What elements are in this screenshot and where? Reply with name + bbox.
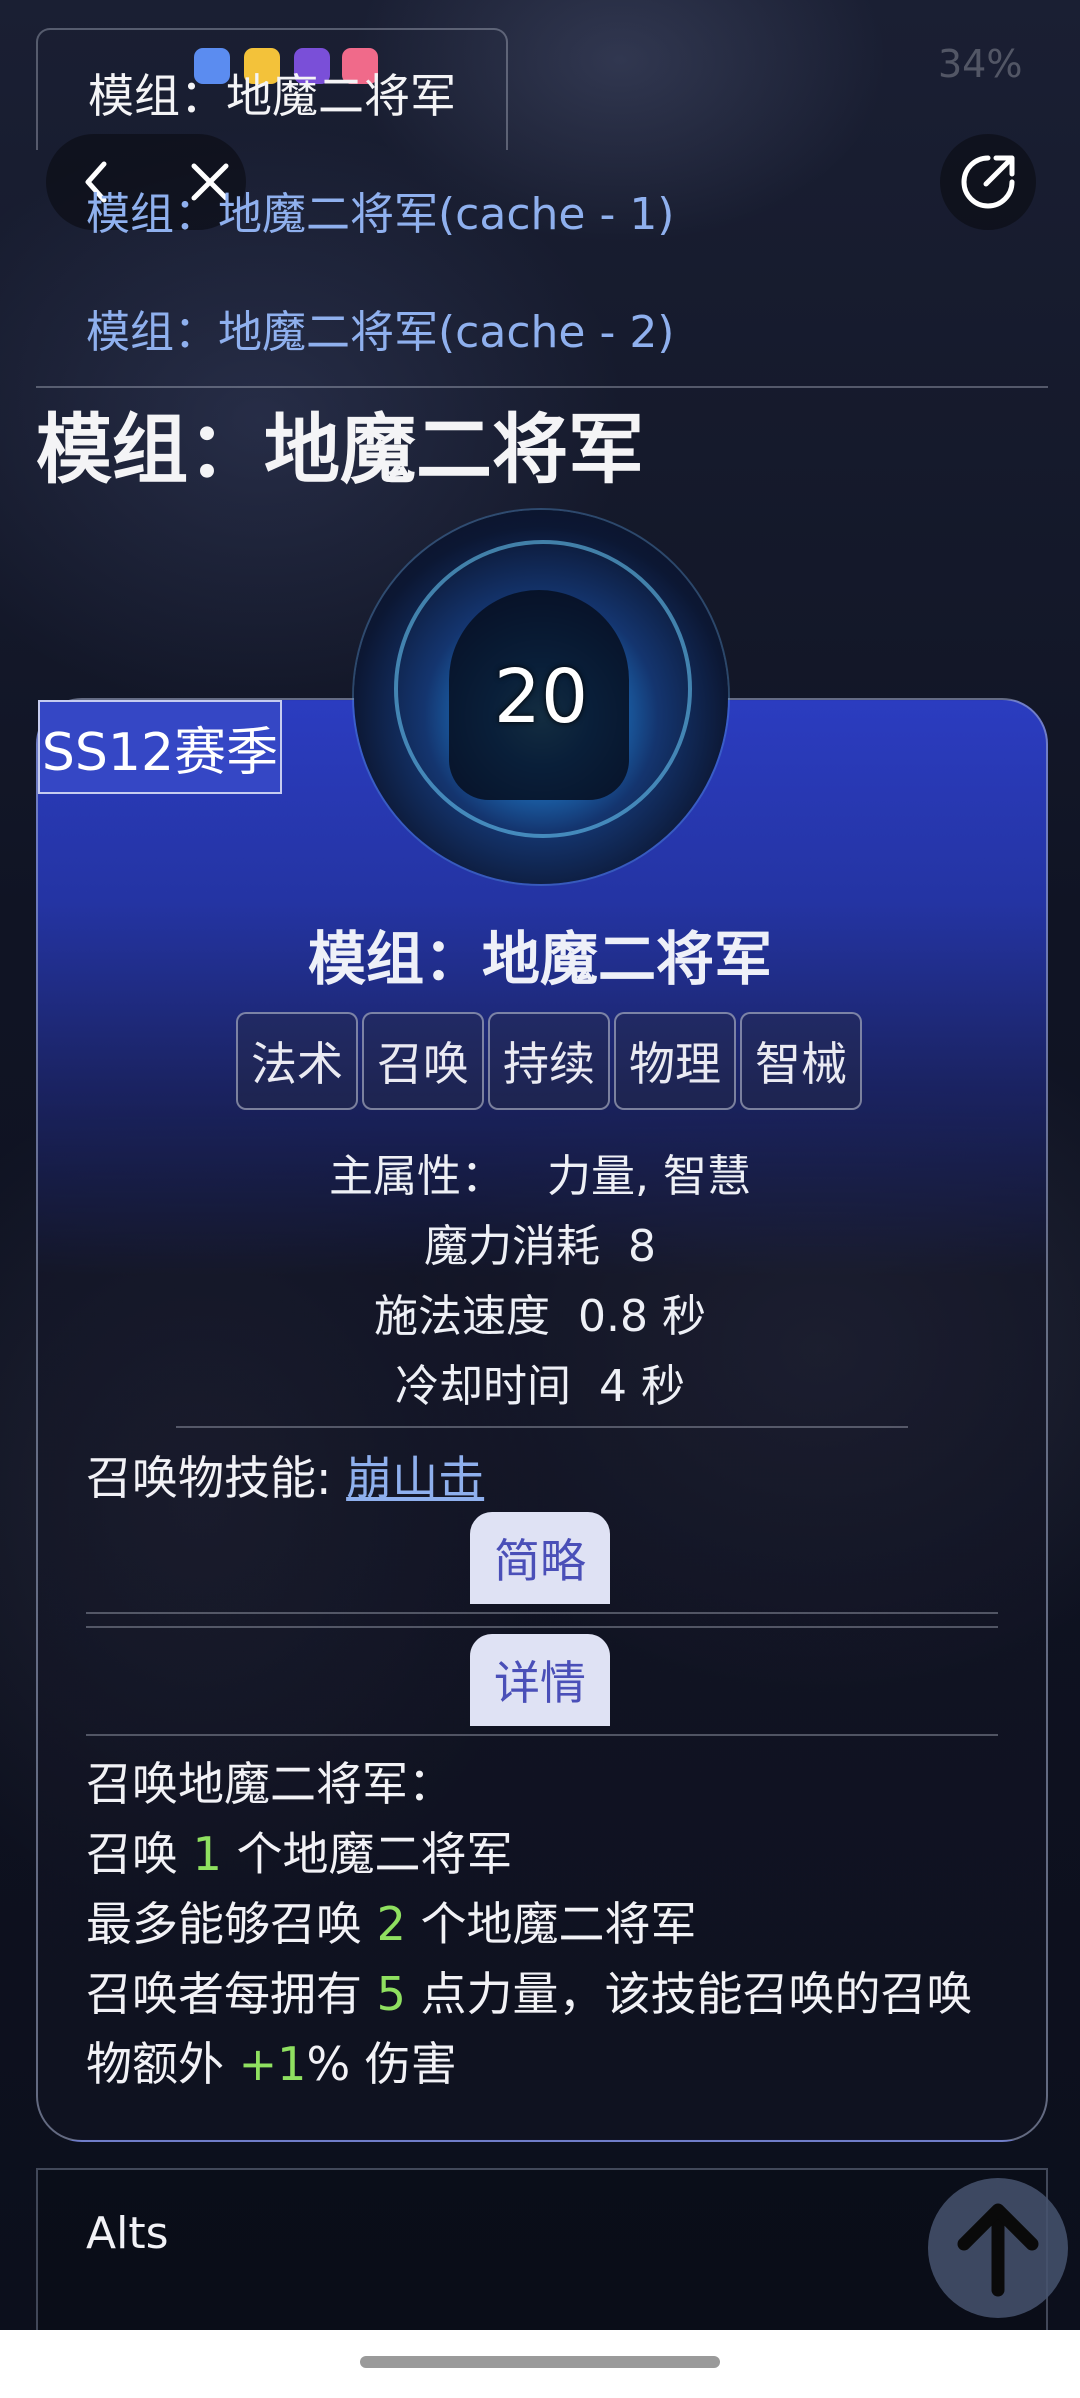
skill-avatar: 20 <box>354 510 728 884</box>
summon-skill-link[interactable]: 崩山击 <box>346 1451 484 1505</box>
summon-skill-row: 召唤物技能: 崩山击 <box>86 1442 484 1508</box>
tag-item: 智械 <box>740 1012 862 1110</box>
tab-title: 模组：地魔二将军 <box>88 69 456 123</box>
tag-item: 持续 <box>488 1012 610 1110</box>
tag-item: 法术 <box>236 1012 358 1110</box>
stats-divider <box>176 1426 908 1428</box>
page-title: 模组：地魔二将军 <box>36 405 644 494</box>
stat-main-attribute: 主属性： 力量, 智慧 <box>329 1151 751 1202</box>
external-link-icon <box>961 155 1015 209</box>
divider <box>86 1612 998 1614</box>
divider <box>86 1626 998 1628</box>
alts-section: Alts <box>36 2168 1048 2350</box>
tab-title-box[interactable]: 模组：地魔二将军 <box>36 28 508 150</box>
scroll-top-button[interactable] <box>928 2178 1068 2318</box>
tag-item: 召唤 <box>362 1012 484 1110</box>
description-line: 物额外 +1% 伤害 <box>86 2037 457 2091</box>
share-button[interactable] <box>940 134 1036 230</box>
description-line: 最多能够召唤 2 个地魔二将军 <box>86 1897 697 1951</box>
battery-text: 34% <box>938 42 1023 86</box>
summon-skill-label: 召唤物技能: <box>86 1451 347 1505</box>
detail-button[interactable]: 详情 <box>470 1634 610 1726</box>
brief-button[interactable]: 简略 <box>470 1512 610 1604</box>
season-badge: SS12赛季 <box>38 700 282 794</box>
cache-link-1[interactable]: 模组：地魔二将军(cache - 1) <box>86 178 674 242</box>
stat-cooldown: 冷却时间 4 秒 <box>395 1361 685 1412</box>
tag-list: 法术 召唤 持续 物理 智械 <box>236 1012 866 1110</box>
description-line: 召唤地魔二将军： <box>86 1757 454 1811</box>
tag-item: 物理 <box>614 1012 736 1110</box>
divider <box>86 1734 998 1736</box>
cache-link-2[interactable]: 模组：地魔二将军(cache - 2) <box>86 296 674 360</box>
home-indicator[interactable] <box>360 2356 720 2368</box>
stat-mana-cost: 魔力消耗 8 <box>424 1221 656 1272</box>
stat-cast-speed: 施法速度 0.8 秒 <box>374 1291 706 1342</box>
description-line: 召唤者每拥有 5 点力量，该技能召唤的召唤 <box>86 1967 973 2021</box>
arrow-up-icon <box>957 2203 1039 2297</box>
alts-label: Alts <box>86 2208 169 2259</box>
description-line: 召唤 1 个地魔二将军 <box>86 1827 513 1881</box>
skill-name: 模组：地魔二将军 <box>307 925 772 993</box>
skill-level: 20 <box>493 654 589 740</box>
